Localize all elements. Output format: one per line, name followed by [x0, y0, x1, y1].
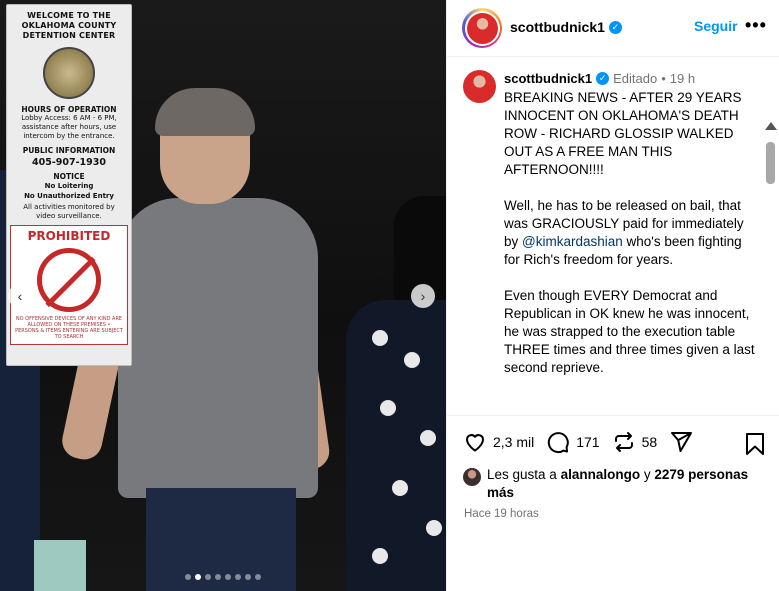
likes-prefix: Les gusta a — [487, 467, 557, 482]
meta-separator: • — [661, 71, 666, 86]
carousel-dot — [215, 574, 221, 580]
carousel-dot — [255, 574, 261, 580]
like-button[interactable]: 2,3 mil — [463, 430, 534, 454]
dress-flower — [372, 548, 388, 564]
mention-link[interactable]: @kimkardashian — [522, 234, 623, 249]
caption-paragraph-2: Well, he has to be released on bail, tha… — [504, 197, 759, 269]
likes-conjunction: y — [643, 467, 651, 482]
photo-woman — [346, 300, 446, 591]
detention-center-sign: WELCOME TO THE OKLAHOMA COUNTY DETENTION… — [6, 4, 132, 366]
dress-flower — [404, 352, 420, 368]
sign-public-info: PUBLIC INFORMATION — [22, 146, 116, 155]
comment-button[interactable]: 171 — [546, 430, 600, 454]
reposts-count: 58 — [641, 434, 658, 450]
carousel-dot — [205, 574, 211, 580]
save-button[interactable] — [744, 432, 766, 461]
post-timestamp[interactable]: Hace 19 horas — [464, 508, 539, 520]
verified-badge-icon: ✓ — [608, 20, 622, 34]
sign-phone: 405-907-1930 — [32, 157, 106, 168]
no-weapons-icon — [37, 248, 101, 312]
caption-area[interactable]: scottbudnick1 ✓ Editado • 19 h BREAKING … — [447, 58, 779, 414]
sign-prohibited-panel: PROHIBITED NO OFFENSIVE DEVICES OF ANY K… — [10, 225, 128, 345]
post-header: scottbudnick1 ✓ Seguir ••• — [447, 0, 779, 57]
sign-no-entry: No Unauthorized Entry — [24, 192, 114, 200]
photo-bag — [34, 540, 86, 591]
author-username: scottbudnick1 — [510, 19, 605, 35]
avatar-image — [466, 12, 498, 44]
carousel-indicator — [0, 574, 446, 580]
verified-badge-icon: ✓ — [596, 72, 610, 85]
caption-paragraph-3: Even though EVERY Democrat and Republica… — [504, 288, 755, 375]
dress-flower — [392, 480, 408, 496]
caption-paragraph-1: BREAKING NEWS - AFTER 29 YEARS INNOCENT … — [504, 90, 742, 177]
edited-label: Editado — [613, 71, 658, 86]
county-seal — [43, 47, 95, 99]
dress-flower — [380, 400, 396, 416]
sign-fine-print: NO OFFENSIVE DEVICES OF ANY KIND ARE ALL… — [15, 316, 123, 340]
liker-avatar — [463, 468, 481, 486]
scroll-thumb[interactable] — [766, 142, 775, 184]
repost-icon — [614, 432, 633, 452]
caption-text: BREAKING NEWS - AFTER 29 YEARS INNOCENT … — [504, 89, 759, 395]
likes-text: Les gusta a alannalongo y 2279 personas … — [487, 466, 763, 502]
carousel-prev-button[interactable]: ‹ — [8, 284, 32, 308]
scroll-up-arrow-icon[interactable] — [765, 122, 777, 130]
carousel-dot — [225, 574, 231, 580]
more-options-icon[interactable]: ••• — [745, 16, 767, 34]
comment-icon — [548, 432, 570, 454]
dress-flower — [372, 330, 388, 346]
carousel-dot — [245, 574, 251, 580]
repost-button[interactable]: 58 — [612, 430, 658, 454]
dress-flower — [420, 430, 436, 446]
post-actions: 2,3 mil 171 58 Les gusta a alannalongo y — [447, 415, 779, 591]
caption-header: scottbudnick1 ✓ Editado • 19 h — [504, 71, 695, 86]
author-avatar[interactable] — [462, 8, 502, 48]
post-photo[interactable]: WELCOME TO THE OKLAHOMA COUNTY DETENTION… — [0, 0, 446, 591]
photo-man-hair — [155, 88, 255, 136]
caption-avatar[interactable] — [463, 70, 496, 103]
carousel-dot — [195, 574, 201, 580]
sign-notice: NOTICE — [53, 172, 85, 181]
photo-man-shirt — [118, 198, 318, 498]
chevron-left-icon: ‹ — [17, 288, 23, 304]
share-button[interactable] — [669, 430, 693, 454]
author-username-link[interactable]: scottbudnick1 ✓ — [510, 19, 622, 35]
likes-count: 2,3 mil — [493, 434, 535, 450]
sign-hours-title: HOURS OF OPERATION — [21, 105, 117, 114]
sign-no-loitering: No Loitering — [44, 182, 94, 190]
dress-flower — [426, 520, 442, 536]
comments-count: 171 — [576, 434, 600, 450]
carousel-next-button[interactable]: › — [411, 284, 435, 308]
liker-username[interactable]: alannalongo — [561, 467, 641, 482]
caption-time: 19 h — [669, 71, 696, 86]
chevron-right-icon: › — [420, 288, 426, 304]
post-side-pane: scottbudnick1 ✓ Seguir ••• scottbudnick1… — [446, 0, 779, 591]
carousel-dot — [235, 574, 241, 580]
carousel-dot — [185, 574, 191, 580]
sign-monitored: All activities monitored by video survei… — [23, 203, 115, 220]
caption-scrollbar[interactable] — [763, 120, 777, 414]
follow-button[interactable]: Seguir — [694, 18, 738, 34]
bookmark-icon — [746, 433, 764, 455]
sign-hours-text: Lobby Access: 6 AM - 6 PM, assistance af… — [21, 114, 117, 140]
caption-username[interactable]: scottbudnick1 — [504, 71, 592, 86]
likes-summary[interactable]: Les gusta a alannalongo y 2279 personas … — [463, 466, 763, 502]
heart-icon — [466, 434, 484, 452]
share-icon — [671, 432, 693, 452]
sign-prohibited-title: PROHIBITED — [27, 229, 111, 243]
sign-welcome: WELCOME TO THE OKLAHOMA COUNTY DETENTION… — [21, 11, 117, 40]
